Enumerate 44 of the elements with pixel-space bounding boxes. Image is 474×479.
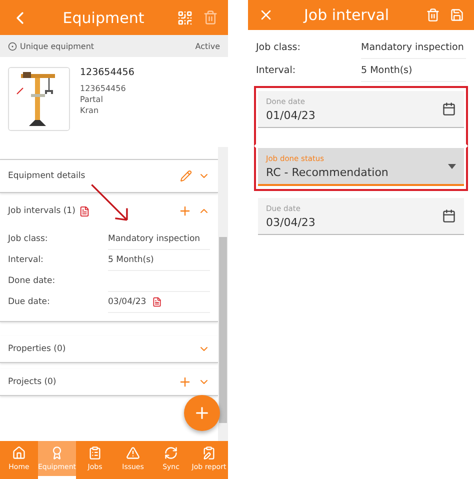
- unique-icon: [8, 42, 17, 50]
- field-label: Job class:: [8, 233, 49, 246]
- section-title: Properties (0): [8, 344, 66, 354]
- section-title: Job intervals (1): [8, 206, 76, 216]
- field-value: 5 Month(s): [361, 59, 466, 82]
- dropdown-caret-icon: [448, 164, 456, 168]
- report-icon: [202, 446, 216, 460]
- scrollbar[interactable]: [218, 147, 228, 441]
- plus-icon: [193, 404, 211, 422]
- field-value: Mandatory inspection: [108, 229, 210, 250]
- equipment-number: 123654456: [80, 67, 134, 78]
- field-label: Job class:: [256, 40, 302, 54]
- add-fab[interactable]: [184, 395, 220, 431]
- calendar-icon: [442, 209, 456, 223]
- delete-button[interactable]: [426, 8, 440, 22]
- field-label: Interval:: [8, 254, 44, 267]
- add-button[interactable]: [178, 375, 192, 389]
- field-value: 03/04/23: [108, 292, 210, 313]
- field-label: Interval:: [256, 64, 297, 78]
- delete-button[interactable]: [203, 10, 218, 25]
- section-title: Projects (0): [8, 377, 56, 387]
- equipment-icon: [50, 446, 64, 460]
- jobs-icon: [88, 446, 102, 460]
- equipment-type-label: Unique equipment: [20, 42, 94, 50]
- qr-code-button[interactable]: [177, 10, 193, 26]
- equipment-detail: Partal: [80, 95, 104, 104]
- document-icon: [79, 206, 90, 216]
- section-title: Equipment details: [8, 171, 86, 181]
- save-button[interactable]: [450, 8, 464, 22]
- status-label: Active: [195, 42, 220, 50]
- edit-button[interactable]: [180, 170, 192, 182]
- screen-title: Equipment: [62, 8, 146, 26]
- add-button[interactable]: [178, 204, 192, 218]
- home-icon: [12, 446, 26, 460]
- sync-icon: [164, 446, 178, 460]
- calendar-icon: [442, 102, 456, 116]
- field-value: Mandatory inspection: [361, 36, 466, 59]
- field-label: Due date:: [8, 296, 51, 309]
- field-value: 5 Month(s): [108, 250, 210, 271]
- equipment-detail: Kran: [80, 106, 100, 115]
- equipment-detail: 123654456: [80, 84, 127, 93]
- field-label: Done date:: [8, 275, 56, 288]
- screen-title: Job interval: [302, 6, 390, 24]
- issues-icon: [126, 446, 140, 460]
